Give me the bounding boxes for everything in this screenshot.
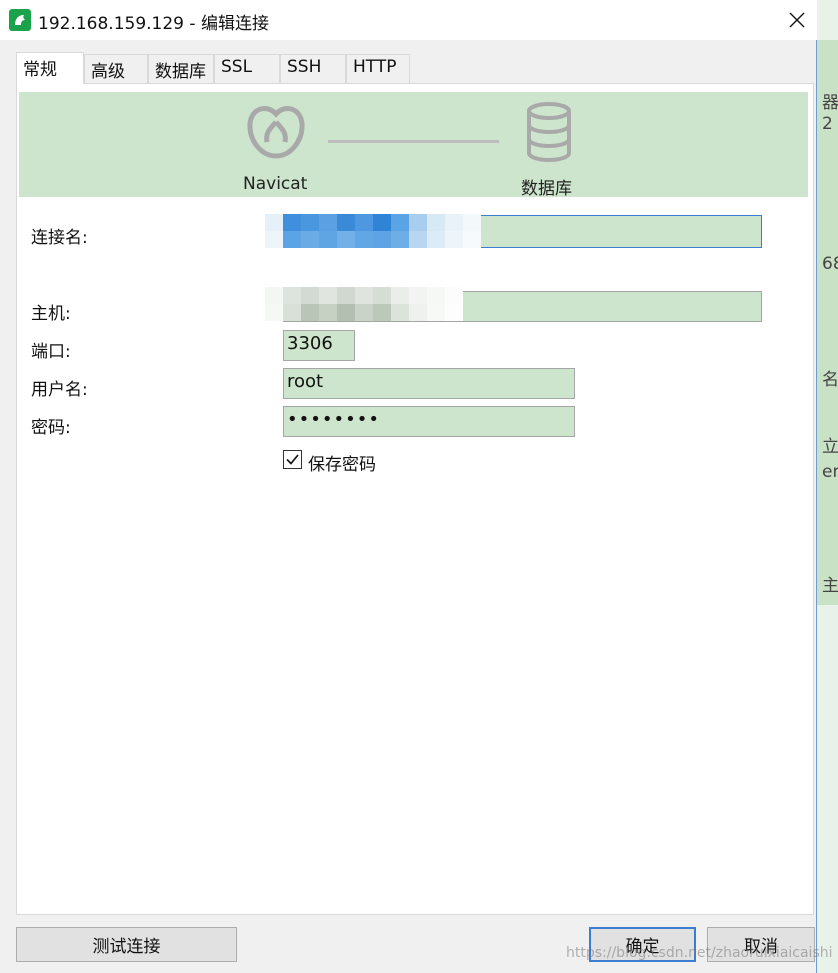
background-text: 器	[822, 93, 838, 113]
background-text: er	[822, 462, 838, 482]
navicat-label: Navicat	[243, 174, 308, 194]
background-text: 68	[822, 254, 838, 274]
host-label: 主机:	[31, 304, 71, 324]
title-bar[interactable]: 192.168.159.129 - 编辑连接	[0, 0, 817, 40]
database-icon	[527, 102, 571, 162]
general-tab-panel: Navicat 数据库 连接名: 主机: 端口: 3306 用户名: root …	[16, 83, 814, 915]
tab-advanced[interactable]: 高级	[84, 54, 148, 83]
host-redacted	[265, 287, 463, 321]
connection-line	[328, 140, 499, 143]
tab-http[interactable]: HTTP	[346, 54, 410, 83]
connection-banner: Navicat 数据库	[19, 92, 808, 199]
close-icon	[789, 12, 804, 28]
database-label: 数据库	[521, 179, 572, 199]
background-text: 名	[822, 370, 838, 390]
tab-databases[interactable]: 数据库	[148, 54, 214, 83]
username-input[interactable]: root	[283, 368, 575, 399]
save-password-checkbox[interactable]	[283, 450, 302, 469]
port-label: 端口:	[31, 342, 71, 362]
background-text: 2	[822, 114, 833, 134]
password-label: 密码:	[31, 418, 71, 438]
window-title: 192.168.159.129 - 编辑连接	[38, 14, 269, 34]
navicat-dolphin-icon	[9, 9, 31, 31]
username-label: 用户名:	[31, 380, 88, 400]
test-connection-button[interactable]: 测试连接	[16, 927, 237, 962]
port-input[interactable]: 3306	[283, 330, 355, 361]
tab-bar: 常规 高级 数据库 SSL SSH HTTP	[16, 52, 410, 84]
background-text: 立	[822, 437, 838, 457]
checkmark-icon	[286, 454, 299, 465]
tab-general[interactable]: 常规	[16, 52, 84, 84]
save-password-label[interactable]: 保存密码	[308, 450, 376, 475]
tab-ssl[interactable]: SSL	[214, 54, 280, 83]
password-input[interactable]: ••••••••	[283, 406, 575, 437]
connection-name-redacted	[265, 214, 481, 248]
close-button[interactable]	[776, 0, 817, 40]
watermark: https://blog.csdn.net/zhaoruixiaicaishi	[566, 945, 833, 961]
navicat-logo-icon	[247, 106, 305, 159]
edit-connection-dialog: 192.168.159.129 - 编辑连接 常规 高级 数据库 SSL SSH…	[0, 0, 833, 973]
background-text: 主	[822, 576, 838, 596]
connection-name-label: 连接名:	[31, 228, 88, 248]
tab-ssh[interactable]: SSH	[280, 54, 346, 83]
